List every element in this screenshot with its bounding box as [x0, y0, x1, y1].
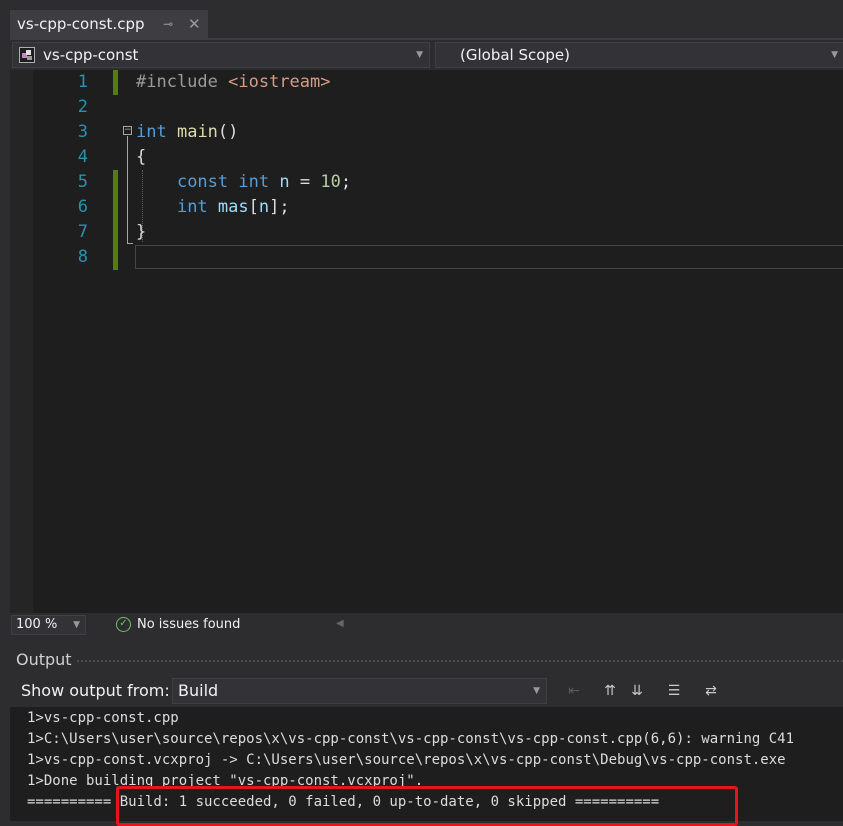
zoom-level: 100 % [16, 617, 58, 632]
fold-guide-end [127, 243, 133, 244]
editor-status-strip [10, 613, 843, 636]
next-message-icon[interactable]: ⇊ [627, 681, 647, 701]
chevron-down-icon: ▼ [831, 50, 838, 60]
collapse-icon[interactable]: − [123, 126, 132, 135]
line-number: 4 [77, 147, 88, 167]
zoom-dropdown[interactable]: 100 % ▼ [11, 615, 86, 635]
panel-grip[interactable] [76, 659, 843, 663]
output-line: 1>C:\Users\user\source\repos\x\vs-cpp-co… [27, 731, 795, 747]
check-circle-icon: ✓ [116, 617, 131, 632]
code-line-7: } [136, 222, 147, 242]
scroll-left-icon[interactable]: ◀ [336, 618, 344, 629]
output-source-dropdown[interactable]: Build ▼ [172, 678, 547, 704]
show-output-label: Show output from: [21, 681, 170, 700]
code-line-5: const int n = 10; [176, 172, 352, 192]
code-line-6: int mas[n]; [176, 197, 290, 217]
project-name: vs-cpp-const [43, 46, 139, 64]
annotation-highlight-box [116, 786, 738, 826]
editor-glyph-margin [10, 70, 33, 613]
navigation-bar: vs-cpp-const ▼ (Global Scope) ▼ [10, 40, 843, 70]
line-number: 5 [77, 172, 88, 192]
line-number: 3 [77, 122, 88, 142]
chevron-down-icon: ▼ [416, 50, 423, 60]
chevron-down-icon: ▼ [533, 686, 540, 696]
find-message-icon[interactable]: ⇤ [564, 681, 584, 701]
line-number: 6 [77, 197, 88, 217]
line-number: 7 [77, 222, 88, 242]
code-line-4: { [136, 147, 147, 167]
line-number: 2 [77, 97, 88, 117]
output-panel-title: Output [16, 650, 72, 669]
scope-name: (Global Scope) [460, 46, 571, 64]
current-line-highlight [135, 245, 843, 269]
code-line-1: #include <iostream> [136, 72, 331, 92]
close-icon[interactable]: ✕ [188, 10, 201, 38]
chevron-down-icon: ▼ [73, 620, 80, 630]
scope-dropdown[interactable]: (Global Scope) ▼ [435, 42, 843, 68]
change-marker [113, 170, 118, 270]
line-number: 1 [77, 72, 88, 92]
clear-all-icon[interactable]: ☰ [664, 681, 684, 701]
change-marker [113, 70, 118, 95]
pin-icon[interactable]: ⊸ [163, 10, 173, 38]
line-number: 8 [77, 247, 88, 267]
issues-status[interactable]: No issues found [137, 617, 240, 633]
output-line: 1>vs-cpp-const.vcxproj -> C:\Users\user\… [27, 752, 786, 768]
code-line-3: int main() [136, 122, 239, 142]
previous-message-icon[interactable]: ⇈ [600, 681, 620, 701]
project-dropdown[interactable]: vs-cpp-const ▼ [12, 42, 430, 68]
code-editor[interactable] [10, 70, 843, 613]
document-tab[interactable]: vs-cpp-const.cpp ⊸ ✕ [10, 10, 208, 38]
project-icon [19, 47, 35, 63]
output-line: 1>vs-cpp-const.cpp [27, 710, 179, 726]
output-source-value: Build [178, 681, 219, 700]
tab-title: vs-cpp-const.cpp [17, 15, 145, 33]
fold-guide [127, 136, 128, 244]
word-wrap-icon[interactable]: ⇄ [701, 681, 721, 701]
